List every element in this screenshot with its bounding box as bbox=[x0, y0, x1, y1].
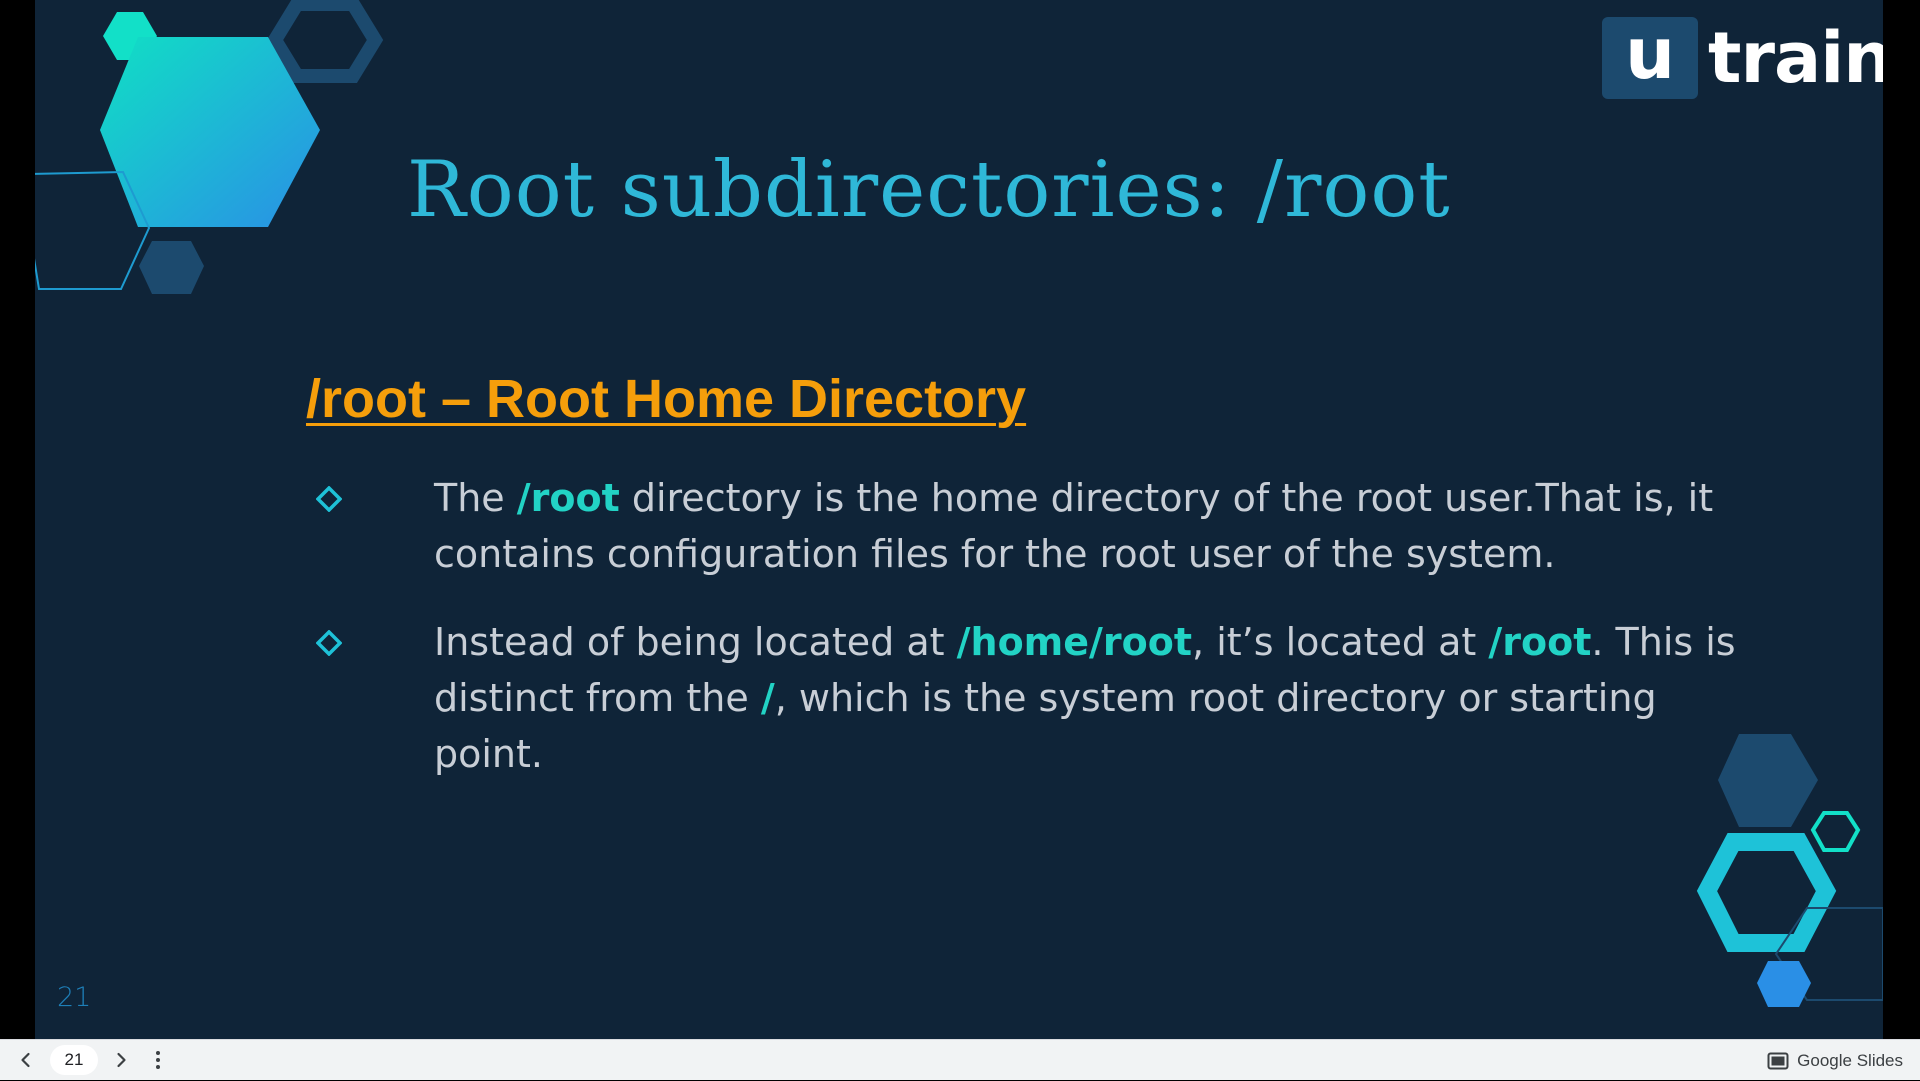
hexagon-shape-outline-top bbox=[266, 0, 384, 83]
logo-word: train bbox=[1708, 17, 1883, 99]
presentation-viewer: u train Root subdirectories: /root /root… bbox=[0, 0, 1920, 1080]
highlighted-path: /root bbox=[1488, 620, 1592, 664]
bullet-text: Instead of being located at /home/root, … bbox=[434, 614, 1774, 782]
diamond-bullet-icon bbox=[316, 630, 342, 656]
diamond-bullet-icon bbox=[316, 486, 342, 512]
hexagon-shape-ring-br bbox=[1696, 833, 1837, 952]
bullet-text: The /root directory is the home director… bbox=[434, 470, 1774, 582]
google-slides-link[interactable]: Google Slides bbox=[1767, 1040, 1903, 1081]
bullet-text-segment: directory is the home directory of the r… bbox=[434, 476, 1714, 576]
chevron-right-icon[interactable] bbox=[109, 1048, 133, 1072]
slide-page-number: 21 bbox=[57, 982, 92, 1013]
chevron-left-icon[interactable] bbox=[14, 1048, 38, 1072]
bullet-text-segment: Instead of being located at bbox=[434, 620, 957, 664]
brand-label: Google Slides bbox=[1797, 1050, 1903, 1070]
hexagon-shape-outline-faint-br bbox=[1774, 907, 1883, 1001]
bullet-text-segment: , it’s located at bbox=[1192, 620, 1489, 664]
hexagon-shape-small-blue-br bbox=[1757, 961, 1811, 1007]
highlighted-path: /root bbox=[516, 476, 620, 520]
slide-title: Root subdirectories: /root bbox=[407, 145, 1451, 235]
slide: u train Root subdirectories: /root /root… bbox=[35, 0, 1883, 1039]
highlighted-path: /home/root bbox=[956, 620, 1193, 664]
hexagon-shape-outline-teal-br bbox=[1810, 811, 1861, 852]
hexagon-shape-outline-left bbox=[35, 170, 151, 290]
presentation-toolbar: Google Slides bbox=[0, 1039, 1920, 1080]
page-number-input[interactable] bbox=[50, 1045, 98, 1075]
section-heading: /root – Root Home Directory bbox=[306, 369, 1027, 429]
slides-icon bbox=[1767, 1052, 1789, 1069]
utrain-logo: u train bbox=[1602, 17, 1883, 99]
more-vert-icon[interactable] bbox=[146, 1048, 170, 1072]
hexagon-shape-small-navy bbox=[139, 241, 204, 294]
bullet-text-segment: The bbox=[434, 476, 517, 520]
highlighted-path: / bbox=[760, 676, 775, 720]
logo-box: u bbox=[1602, 17, 1698, 99]
